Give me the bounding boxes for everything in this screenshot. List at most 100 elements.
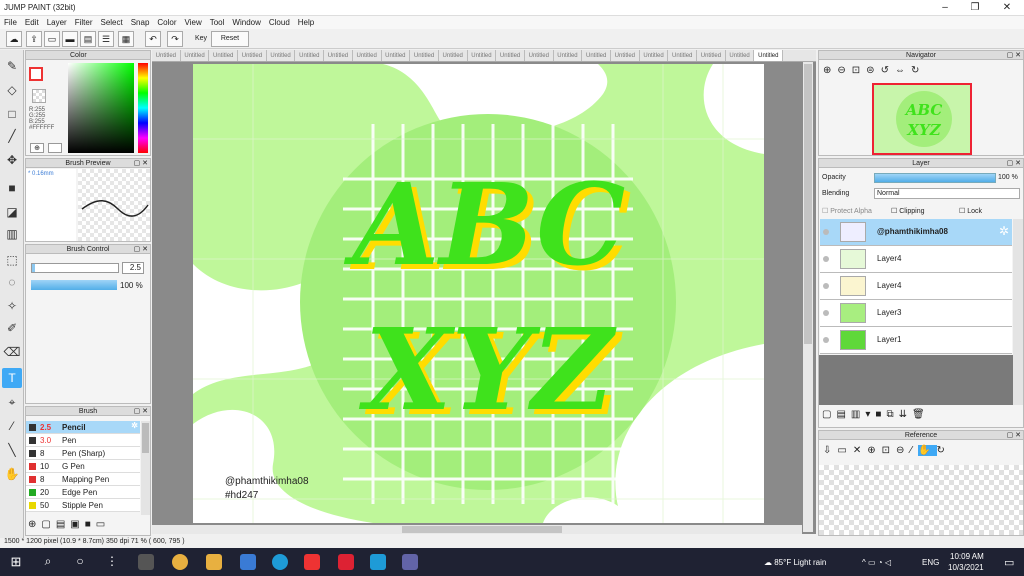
operation-tool-icon[interactable]: ⌖ — [2, 392, 22, 412]
document-tab[interactable]: Untitled — [496, 50, 525, 61]
layer-item-layer3[interactable]: Layer3 — [820, 300, 1012, 327]
eyedropper-icon[interactable]: ⁄ — [2, 416, 22, 436]
document-tab[interactable]: Untitled — [726, 50, 755, 61]
gear-icon[interactable]: ✲ — [131, 421, 138, 430]
jump-paint-icon[interactable] — [304, 554, 320, 570]
brush-item-pen-sharp[interactable]: 8 Pen (Sharp) — [26, 447, 140, 460]
move-tool-icon[interactable]: ✥ — [2, 150, 22, 170]
brush-item-g-pen[interactable]: 10 G Pen — [26, 460, 140, 473]
menu-window[interactable]: Window — [228, 16, 264, 27]
clipping-checkbox[interactable]: ☐ Clipping — [891, 207, 925, 215]
brush-size-slider[interactable] — [31, 263, 119, 273]
visibility-icon[interactable] — [823, 256, 829, 262]
reset-button[interactable]: Reset — [211, 31, 249, 47]
open-folder-icon[interactable]: ▭ — [837, 445, 852, 456]
rectangle-tool-icon[interactable]: □ — [2, 104, 22, 124]
menu-cloud[interactable]: Cloud — [265, 16, 294, 27]
visibility-icon[interactable] — [823, 310, 829, 316]
layer-opacity-slider[interactable] — [874, 173, 996, 183]
windows-start-icon[interactable]: ⊞ — [8, 554, 24, 570]
flip-icon[interactable]: ⇔ — [895, 65, 911, 76]
menu-view[interactable]: View — [181, 16, 206, 27]
add-brush-icon[interactable]: ⊕ — [28, 519, 41, 530]
background-color-swatch[interactable] — [32, 89, 46, 103]
layer-item-layer4a[interactable]: Layer4 — [820, 246, 1012, 273]
brush-item-stipple-pen[interactable]: 50 Stipple Pen — [26, 499, 140, 512]
document-tab[interactable]: Untitled — [382, 50, 411, 61]
minimize-button[interactable]: – — [938, 2, 952, 14]
rotate-right-icon[interactable]: ↻ — [911, 65, 925, 76]
document-tab[interactable]: Untitled — [754, 50, 784, 61]
open-icon[interactable]: ▭ — [44, 31, 60, 47]
layer-item-layer1[interactable]: Layer1 — [820, 327, 1012, 354]
menu-color[interactable]: Color — [153, 16, 180, 27]
saturation-value-picker[interactable] — [68, 63, 134, 153]
layer-scrollbar[interactable] — [1013, 219, 1023, 405]
file-explorer-icon[interactable] — [206, 554, 222, 570]
clock-time[interactable]: 10:09 AM — [950, 552, 984, 561]
widgets-icon[interactable]: ⋮ — [104, 554, 120, 570]
zoom-out-icon[interactable]: ⊖ — [837, 65, 851, 76]
document-tab[interactable]: Untitled — [353, 50, 382, 61]
folder-icon[interactable]: ■ — [85, 519, 96, 530]
cloud-download-icon[interactable]: ⇩ — [823, 445, 837, 456]
document-tab[interactable]: Untitled — [209, 50, 239, 61]
brush-folder-icon[interactable]: ▤ — [56, 519, 70, 530]
redo-icon[interactable]: ↷ — [167, 31, 183, 47]
ref-fit-icon[interactable]: ⊡ — [882, 445, 896, 456]
close-icon[interactable]: ▢ ✕ — [1007, 51, 1021, 60]
text-tool-icon[interactable]: T — [2, 368, 22, 388]
eyedropper2-icon[interactable]: ╲ — [2, 440, 22, 460]
list-icon[interactable]: ☰ — [98, 31, 114, 47]
menu-layer[interactable]: Layer — [43, 16, 71, 27]
chrome-icon[interactable] — [172, 554, 188, 570]
artwork-canvas[interactable]: ABC ABC XYZ XYZ @phamthikimha08 #hd247 — [193, 64, 764, 523]
canvas-horizontal-scrollbar[interactable] — [152, 525, 802, 534]
task-view-icon[interactable]: ○ — [72, 554, 88, 570]
lasso-icon[interactable]: ◌ — [2, 272, 22, 292]
app-icon[interactable] — [338, 554, 354, 570]
brush-item-edge-pen[interactable]: 20 Edge Pen — [26, 486, 140, 499]
visibility-icon[interactable] — [823, 283, 829, 289]
merge-layer-icon[interactable]: ⇊ — [899, 409, 912, 420]
canvas-vertical-scrollbar[interactable] — [803, 62, 813, 532]
mail-icon[interactable] — [240, 554, 256, 570]
document-tab[interactable]: Untitled — [697, 50, 726, 61]
fit-icon[interactable]: ⊡ — [852, 65, 866, 76]
export-icon[interactable]: ⇪ — [26, 31, 42, 47]
menu-tool[interactable]: Tool — [206, 16, 229, 27]
select-eraser-icon[interactable]: ⌫ — [2, 342, 22, 362]
store-icon[interactable] — [138, 554, 154, 570]
hue-slider[interactable] — [138, 63, 148, 153]
grid-icon[interactable]: ▦ — [118, 31, 134, 47]
document-tab[interactable]: Untitled — [181, 50, 210, 61]
close-button[interactable]: ✕ — [1000, 2, 1014, 14]
notification-icon[interactable]: ▭ — [1004, 556, 1014, 569]
search-icon[interactable]: ⌕ — [40, 554, 56, 570]
bucket-tool-icon[interactable]: ◪ — [2, 202, 22, 222]
new-layer-3-icon[interactable]: ▥ — [851, 409, 865, 420]
lock-checkbox[interactable]: ☐ Lock — [959, 207, 982, 215]
undo-icon[interactable]: ↶ — [145, 31, 161, 47]
eraser-tool-icon[interactable]: ◇ — [2, 80, 22, 100]
reference-canvas[interactable] — [819, 465, 1023, 535]
save-icon[interactable]: ▬ — [62, 31, 78, 47]
visibility-icon[interactable] — [823, 337, 829, 343]
close-icon[interactable]: ▢ ✕ — [1007, 159, 1021, 168]
magic-wand-icon[interactable]: ✧ — [2, 296, 22, 316]
document-tab[interactable]: Untitled — [611, 50, 640, 61]
layer-folder-icon[interactable]: ■ — [875, 409, 886, 420]
fill-rect-tool-icon[interactable]: ■ — [2, 178, 22, 198]
brush-opacity-slider[interactable] — [31, 280, 117, 290]
new-layer-icon[interactable]: ▢ — [822, 409, 836, 420]
layer-dropdown-icon[interactable]: ▾ — [865, 409, 875, 420]
delete-brush-icon[interactable]: ▭ — [96, 519, 110, 530]
color-settings-icon[interactable]: ⊕ — [30, 143, 44, 153]
zoom-actual-icon[interactable]: ⊜ — [866, 65, 880, 76]
menu-filter[interactable]: Filter — [71, 16, 97, 27]
edge-icon[interactable] — [272, 554, 288, 570]
cloud-icon[interactable]: ☁ — [6, 31, 22, 47]
close-icon[interactable]: ▢ ✕ — [134, 407, 148, 416]
skype-icon[interactable] — [370, 554, 386, 570]
visibility-icon[interactable] — [823, 229, 829, 235]
